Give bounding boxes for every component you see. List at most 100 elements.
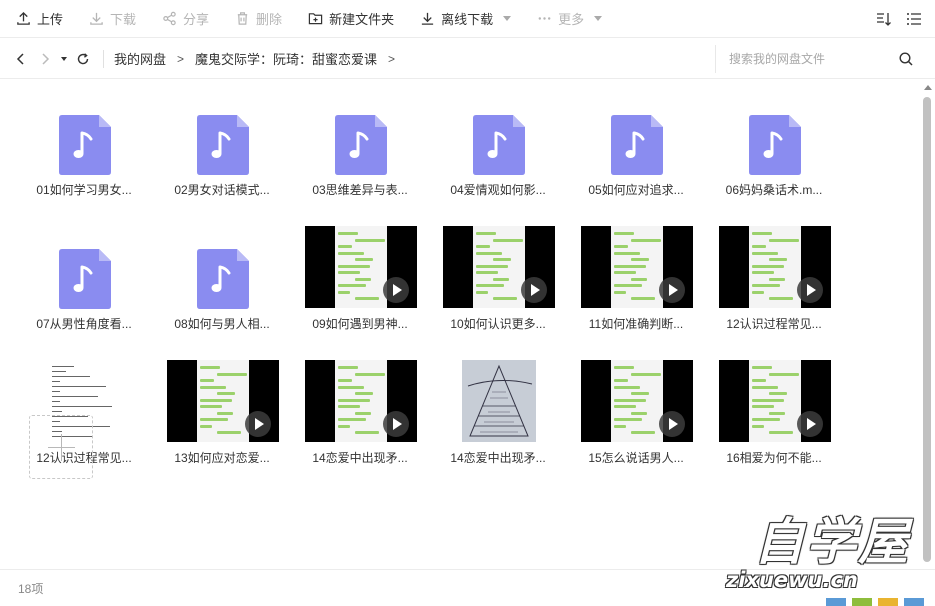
file-thumbnail xyxy=(443,226,555,308)
file-item-audio[interactable]: 05如何应对追求... xyxy=(574,92,698,216)
file-item-video[interactable]: 16相爱为何不能... xyxy=(712,360,836,484)
chat-bubble xyxy=(752,385,778,389)
file-item-audio[interactable]: 08如何与男人相... xyxy=(160,226,284,350)
delete-button[interactable]: 删除 xyxy=(235,0,282,38)
watermark: 自学屋 zixuewu.cn xyxy=(726,500,935,606)
sort-icon xyxy=(877,13,891,26)
scrollbar-thumb[interactable] xyxy=(923,97,931,562)
item-count: 18项 xyxy=(18,582,44,596)
file-item-video[interactable]: 09如何遇到男神... xyxy=(298,226,422,350)
file-name: 16相爱为何不能... xyxy=(726,451,822,465)
vertical-scrollbar[interactable] xyxy=(920,79,935,569)
file-item-audio[interactable]: 01如何学习男女... xyxy=(22,92,146,216)
refresh-button[interactable] xyxy=(71,39,95,79)
text-line xyxy=(52,406,112,407)
file-item-video[interactable]: 10如何认识更多... xyxy=(436,226,560,350)
offline-download-button[interactable]: 离线下载 xyxy=(420,0,512,38)
file-name: 14恋爱中出现矛... xyxy=(450,451,546,465)
chat-bubble xyxy=(631,411,647,415)
play-icon xyxy=(521,277,547,303)
music-file-icon xyxy=(197,115,249,175)
watermark-square xyxy=(904,598,924,606)
chat-bubble xyxy=(338,398,370,402)
file-item-video[interactable]: 14恋爱中出现矛... xyxy=(298,360,422,484)
chat-bubble xyxy=(355,297,379,300)
file-item-video[interactable]: 11如何准确判断... xyxy=(574,226,698,350)
share-icon xyxy=(163,11,176,26)
chat-bubble xyxy=(493,297,517,300)
chat-bubble xyxy=(614,284,642,287)
chat-bubble xyxy=(355,238,385,242)
text-line xyxy=(52,381,60,382)
chat-bubble xyxy=(631,297,655,300)
search-box xyxy=(715,45,920,73)
breadcrumb-separator: > xyxy=(177,51,185,66)
chat-bubble xyxy=(200,405,222,408)
search-input[interactable] xyxy=(729,52,889,66)
download-button[interactable]: 下载 xyxy=(89,0,136,38)
chat-bubble xyxy=(769,431,793,434)
chat-bubble xyxy=(476,232,496,235)
file-thumbnail xyxy=(443,360,555,442)
chat-bubble xyxy=(769,277,785,281)
file-item-audio[interactable]: 06妈妈桑话术.m... xyxy=(712,92,836,216)
video-thumbnail xyxy=(305,360,417,442)
chevron-down-icon xyxy=(503,16,512,21)
chat-bubble xyxy=(493,238,523,242)
watermark-title: 自学屋 xyxy=(754,513,910,571)
chat-bubble xyxy=(355,392,373,395)
navigation-bar: 我的网盘 > 魔鬼交际学：阮琦：甜蜜恋爱课 > xyxy=(0,39,935,79)
file-item-audio[interactable]: 07从男性角度看... xyxy=(22,226,146,350)
breadcrumb-separator[interactable]: > xyxy=(388,52,395,66)
file-item-sketch[interactable]: 14恋爱中出现矛... xyxy=(436,360,560,484)
file-item-audio[interactable]: 04爱情观如何影... xyxy=(436,92,560,216)
list-view-button[interactable] xyxy=(905,10,923,28)
history-dropdown[interactable] xyxy=(57,39,71,79)
chat-bubble xyxy=(769,411,785,415)
forward-button[interactable] xyxy=(33,39,57,79)
file-thumbnail xyxy=(305,360,417,442)
view-controls xyxy=(863,0,923,38)
share-button[interactable]: 分享 xyxy=(162,0,209,38)
play-icon xyxy=(797,277,823,303)
chat-bubble xyxy=(338,405,360,408)
chat-bubble xyxy=(338,264,370,268)
file-item-audio[interactable]: 03思维差异与表... xyxy=(298,92,422,216)
search-icon[interactable] xyxy=(898,51,914,67)
caret-down-icon xyxy=(61,56,67,61)
chat-bubble xyxy=(752,366,772,369)
music-file-icon xyxy=(611,115,663,175)
file-item-audio[interactable]: 02男女对话模式... xyxy=(160,92,284,216)
sort-button[interactable] xyxy=(875,10,893,28)
share-label: 分享 xyxy=(183,12,210,27)
music-file-icon xyxy=(335,115,387,175)
chat-bubble xyxy=(752,424,764,428)
breadcrumb-root[interactable]: 我的网盘 xyxy=(114,49,166,68)
new-folder-button[interactable]: 新建文件夹 xyxy=(308,0,394,38)
list-view-icon xyxy=(907,13,921,25)
more-button[interactable]: 更多 xyxy=(537,0,603,38)
more-dots-icon xyxy=(538,17,551,20)
file-thumbnail xyxy=(29,104,141,186)
add-file-button[interactable] xyxy=(29,415,93,479)
chevron-right-icon xyxy=(42,52,50,65)
chat-bubble xyxy=(200,379,214,382)
chat-bubble xyxy=(631,277,647,281)
video-thumbnail xyxy=(581,226,693,308)
music-file-icon xyxy=(749,115,801,175)
file-thumbnail xyxy=(167,360,279,442)
chat-bubble xyxy=(355,431,379,434)
chat-bubble xyxy=(752,271,774,274)
file-item-video[interactable]: 13如何应对恋爱... xyxy=(160,360,284,484)
scroll-up-arrow-icon[interactable] xyxy=(924,85,932,90)
chat-bubble xyxy=(769,258,787,261)
file-item-video[interactable]: 12认识过程常见... xyxy=(712,226,836,350)
file-item-video[interactable]: 15怎么说话男人... xyxy=(574,360,698,484)
chat-bubble xyxy=(631,238,661,242)
breadcrumb-current-folder[interactable]: 魔鬼交际学：阮琦：甜蜜恋爱课 xyxy=(195,49,377,68)
upload-button[interactable]: 上传 xyxy=(16,0,63,38)
text-line xyxy=(52,376,90,377)
back-button[interactable] xyxy=(9,39,33,79)
chat-bubble xyxy=(476,284,504,287)
chat-bubble xyxy=(338,418,366,421)
